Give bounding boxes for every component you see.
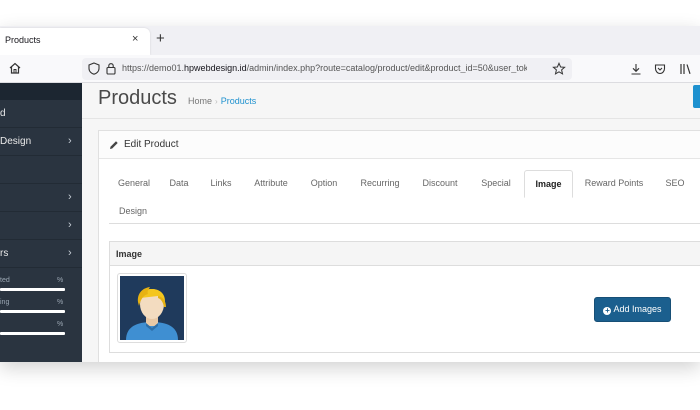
library-icon[interactable]	[679, 63, 693, 75]
stat-progress-bar	[0, 310, 65, 313]
breadcrumb: Home › Products	[188, 96, 256, 106]
product-tabs-row-1: General Data Links Attribute Option Recu…	[109, 170, 700, 198]
tab-strip: Products × +	[0, 26, 700, 55]
tab-option[interactable]: Option	[299, 170, 349, 198]
browser-tab[interactable]: Products ×	[0, 28, 150, 55]
plus-circle-icon: +	[603, 306, 612, 315]
add-images-button[interactable]: + Add Images	[594, 297, 671, 322]
image-column-header: Image	[116, 249, 143, 259]
browser-window: Products × + https://demo01.hpwebdesign.…	[0, 26, 700, 362]
edit-product-panel: Edit Product General Data Links Attribut…	[98, 130, 700, 362]
image-table: Image + Add Images	[109, 241, 700, 353]
stat-percent: %	[57, 277, 64, 284]
stat-progress-bar	[0, 288, 65, 291]
tab-design[interactable]: Design	[109, 198, 157, 226]
tab-image[interactable]: Image	[524, 170, 573, 198]
close-tab-icon[interactable]: ×	[132, 33, 138, 45]
stat-percent: %	[57, 321, 64, 328]
breadcrumb-products[interactable]: Products	[221, 96, 257, 106]
chevron-right-icon: ›	[68, 219, 72, 231]
sidebar-item[interactable]	[0, 156, 82, 184]
tab-special[interactable]: Special	[469, 170, 523, 198]
tab-reward-points[interactable]: Reward Points	[573, 170, 655, 198]
download-icon[interactable]	[630, 63, 642, 75]
pocket-icon[interactable]	[654, 63, 666, 75]
bookmark-star-icon[interactable]	[552, 62, 566, 76]
chevron-right-icon: ›	[68, 191, 72, 203]
product-image-thumbnail[interactable]	[117, 273, 187, 343]
tab-general[interactable]: General	[109, 170, 159, 198]
user-avatar-icon	[120, 276, 184, 340]
screen: Products × + https://demo01.hpwebdesign.…	[0, 0, 700, 410]
chevron-right-icon: ›	[68, 135, 72, 147]
tab-title: Products	[5, 35, 41, 45]
url-domain: hpwebdesign.id	[184, 63, 247, 73]
sidebar-stat-other: %	[0, 319, 68, 339]
sidebar-stat-processing: ing %	[0, 297, 68, 317]
admin-sidebar: d Design › › › rs › ted % ing % %	[0, 83, 82, 362]
tab-attribute[interactable]: Attribute	[243, 170, 299, 198]
shield-icon[interactable]	[88, 62, 100, 75]
pencil-icon	[110, 141, 118, 149]
lock-icon[interactable]	[106, 62, 116, 75]
sidebar-item-label: Design	[0, 136, 32, 147]
tab-data[interactable]: Data	[159, 170, 199, 198]
tab-discount[interactable]: Discount	[411, 170, 469, 198]
sidebar-item-design[interactable]: Design ›	[0, 128, 82, 156]
tab-recurring[interactable]: Recurring	[349, 170, 411, 198]
home-icon[interactable]	[8, 61, 22, 75]
main-content: Products Home › Products Edit Product Gene…	[82, 83, 700, 362]
stat-label: ted	[0, 277, 10, 284]
sidebar-item-label: rs	[0, 248, 9, 259]
page-title: Products	[98, 87, 177, 109]
stat-label: ing	[0, 299, 10, 306]
stat-progress-bar	[0, 332, 65, 335]
new-tab-icon[interactable]: +	[156, 30, 165, 47]
sidebar-stat-completed: ted %	[0, 275, 68, 295]
navigation-bar: https://demo01.hpwebdesign.id/admin/inde…	[0, 55, 700, 83]
sidebar-item-label: d	[0, 108, 6, 119]
sidebar-header	[0, 83, 82, 100]
url-path: /admin/index.php?route=catalog/product/e…	[246, 63, 527, 73]
panel-heading: Edit Product	[99, 131, 700, 159]
image-table-header: Image	[110, 242, 700, 266]
tab-links[interactable]: Links	[199, 170, 243, 198]
sidebar-item[interactable]: ›	[0, 184, 82, 212]
panel-title: Edit Product	[124, 139, 179, 150]
product-tabs-row-2: Design	[109, 198, 700, 226]
chevron-right-icon: ›	[68, 247, 72, 259]
tab-seo[interactable]: SEO	[655, 170, 695, 198]
add-images-label: Add Images	[613, 304, 662, 314]
breadcrumb-home[interactable]: Home	[188, 96, 212, 106]
address-bar[interactable]: https://demo01.hpwebdesign.id/admin/inde…	[82, 58, 572, 80]
sidebar-item-reports[interactable]: rs ›	[0, 240, 82, 268]
header-divider	[82, 118, 700, 119]
tabs-divider	[109, 223, 700, 224]
sidebar-item-dashboard[interactable]: d	[0, 100, 82, 128]
url-text: https://demo01.hpwebdesign.id/admin/inde…	[122, 63, 527, 73]
sidebar-item[interactable]: ›	[0, 212, 82, 240]
breadcrumb-separator: ›	[215, 97, 218, 106]
stat-percent: %	[57, 299, 64, 306]
save-button[interactable]	[693, 85, 700, 108]
